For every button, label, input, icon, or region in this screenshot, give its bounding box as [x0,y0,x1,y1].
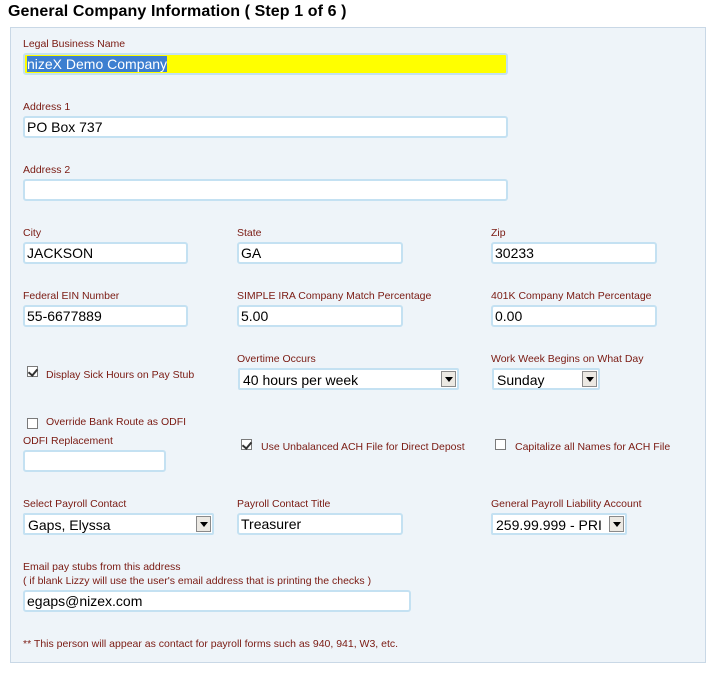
address1-label: Address 1 [23,101,71,113]
unbalanced-ach-label: Use Unbalanced ACH File for Direct Depos… [261,441,465,453]
simple-ira-label: SIMPLE IRA Company Match Percentage [237,290,432,302]
zip-label: Zip [491,227,506,239]
401k-input[interactable]: 0.00 [491,305,657,327]
odfi-input[interactable] [23,450,166,472]
liability-label: General Payroll Liability Account [491,498,642,510]
sick-hours-label: Display Sick Hours on Pay Stub [46,369,195,381]
simple-ira-input[interactable]: 5.00 [237,305,403,327]
address2-label: Address 2 [23,164,71,176]
zip-input[interactable]: 30233 [491,242,657,264]
override-bank-label: Override Bank Route as ODFI [46,416,187,428]
legal-name-label: Legal Business Name [23,38,126,50]
capitalize-checkbox[interactable] [495,439,506,450]
city-input[interactable]: JACKSON [23,242,188,264]
footnote: ** This person will appear as contact fo… [23,638,399,650]
address1-input[interactable]: PO Box 737 [23,116,508,138]
overtime-select[interactable]: 40 hours per week [238,368,459,390]
email-hint: ( if blank Lizzy will use the user's ema… [23,575,372,587]
overtime-label: Overtime Occurs [237,353,316,365]
overtime-value: 40 hours per week [243,372,359,388]
city-label: City [23,227,42,239]
contact-title-label: Payroll Contact Title [237,498,331,510]
chevron-down-icon[interactable] [582,371,597,387]
payroll-contact-value: Gaps, Elyssa [28,517,111,533]
legal-name-selected-text: nizeX Demo Company [27,56,168,72]
legal-name-input[interactable]: nizeX Demo Company [23,53,508,75]
work-week-value: Sunday [497,372,545,388]
liability-select[interactable]: 259.99.999 - PRI [491,513,627,535]
401k-label: 401K Company Match Percentage [491,290,652,302]
state-input[interactable]: GA [237,242,403,264]
address2-input[interactable] [23,179,508,201]
ein-input[interactable]: 55-6677889 [23,305,188,327]
work-week-select[interactable]: Sunday [492,368,600,390]
payroll-contact-label: Select Payroll Contact [23,498,127,510]
page-title: General Company Information ( Step 1 of … [8,3,347,20]
payroll-contact-select[interactable]: Gaps, Elyssa [23,513,214,535]
sick-hours-checkbox[interactable] [27,366,38,377]
unbalanced-ach-checkbox[interactable] [241,439,252,450]
chevron-down-icon[interactable] [441,371,456,387]
email-label: Email pay stubs from this address [23,561,181,573]
chevron-down-icon[interactable] [609,516,624,532]
odfi-label: ODFI Replacement [23,435,113,447]
chevron-down-icon[interactable] [196,516,211,532]
ein-label: Federal EIN Number [23,290,120,302]
capitalize-label: Capitalize all Names for ACH File [515,441,671,453]
liability-value: 259.99.999 - PRI [496,517,602,533]
work-week-label: Work Week Begins on What Day [491,353,644,365]
override-bank-checkbox[interactable] [27,418,38,429]
email-input[interactable]: egaps@nizex.com [23,590,411,612]
state-label: State [237,227,262,239]
contact-title-input[interactable]: Treasurer [237,513,403,535]
